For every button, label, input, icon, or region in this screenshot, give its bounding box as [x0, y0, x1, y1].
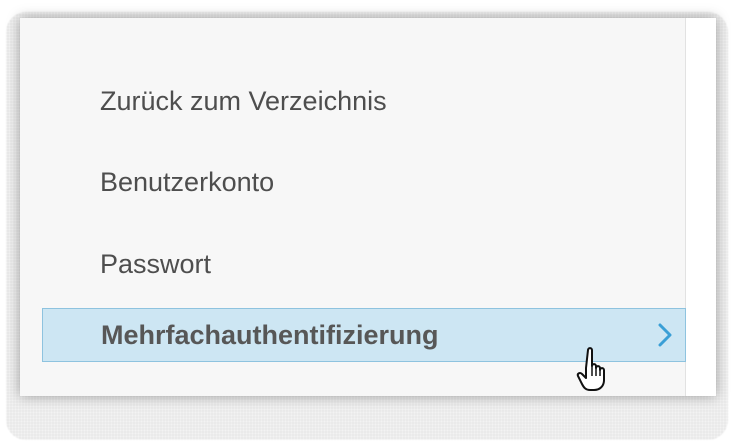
account-menu: Zurück zum Verzeichnis Benutzerkonto Pas… [20, 18, 686, 396]
menu-item-label: Mehrfachauthentifizierung [101, 319, 439, 350]
menu-item-user-account[interactable]: Benutzerkonto [42, 158, 686, 206]
menu-item-label: Zurück zum Verzeichnis [100, 85, 387, 116]
menu-item-password[interactable]: Passwort [42, 240, 686, 288]
menu-item-label: Benutzerkonto [100, 166, 275, 197]
menu-item-label: Passwort [100, 248, 212, 279]
menu-item-back-to-directory[interactable]: Zurück zum Verzeichnis [42, 77, 686, 125]
chevron-right-icon [658, 323, 672, 347]
account-menu-panel: Zurück zum Verzeichnis Benutzerkonto Pas… [20, 18, 716, 396]
hand-pointer-cursor-icon [576, 347, 605, 391]
panel-right-strip [685, 18, 716, 396]
